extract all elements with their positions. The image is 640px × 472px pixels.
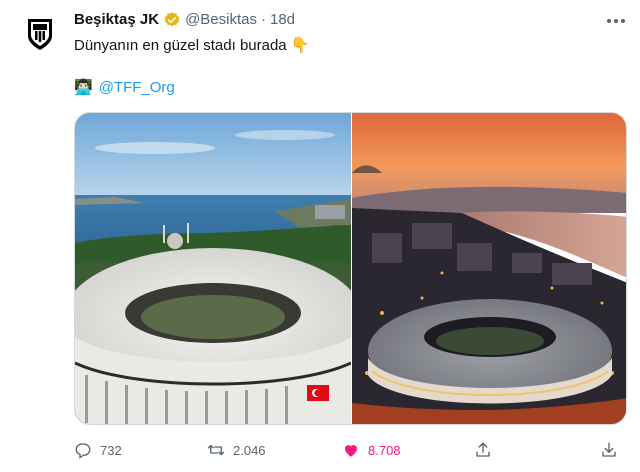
- heart-icon: [345, 445, 357, 457]
- download-icon: [602, 442, 616, 457]
- like-count: 8.708: [368, 442, 401, 458]
- download-button[interactable]: [600, 438, 618, 462]
- mention-line: 👨🏻‍💻 @TFF_Org: [74, 78, 175, 98]
- retweet-button[interactable]: 2.046: [207, 438, 266, 462]
- technologist-emoji: 👨🏻‍💻: [74, 79, 93, 96]
- more-options-button[interactable]: [604, 10, 628, 32]
- besiktas-crest-icon: [28, 19, 52, 50]
- action-bar: 732 2.046 8.708: [74, 438, 620, 462]
- retweet-icon: [207, 444, 225, 456]
- display-name[interactable]: Beşiktaş JK: [74, 10, 159, 30]
- like-button[interactable]: 8.708: [342, 438, 401, 462]
- retweet-count: 2.046: [233, 442, 266, 458]
- handle[interactable]: @Besiktas: [185, 10, 257, 30]
- more-horizontal-icon: [607, 19, 625, 23]
- mention-link[interactable]: @TFF_Org: [99, 78, 175, 98]
- share-upload-icon: [476, 442, 490, 457]
- stadium-daytime-photo[interactable]: [75, 113, 351, 424]
- tweet-text: Dünyanın en güzel stadı burada 👇: [74, 37, 310, 54]
- share-button[interactable]: [474, 438, 492, 462]
- reply-button[interactable]: 732: [74, 438, 122, 462]
- avatar[interactable]: [20, 14, 60, 54]
- tweet-header: Beşiktaş JK @Besiktas · 18d: [74, 10, 620, 30]
- media-grid: [74, 112, 627, 425]
- verified-badge-icon[interactable]: [163, 11, 181, 29]
- stadium-sunset-photo[interactable]: [352, 113, 626, 424]
- separator-dot: ·: [260, 11, 266, 28]
- reply-icon: [75, 443, 91, 459]
- timestamp[interactable]: 18d: [270, 10, 295, 30]
- reply-count: 732: [100, 442, 122, 458]
